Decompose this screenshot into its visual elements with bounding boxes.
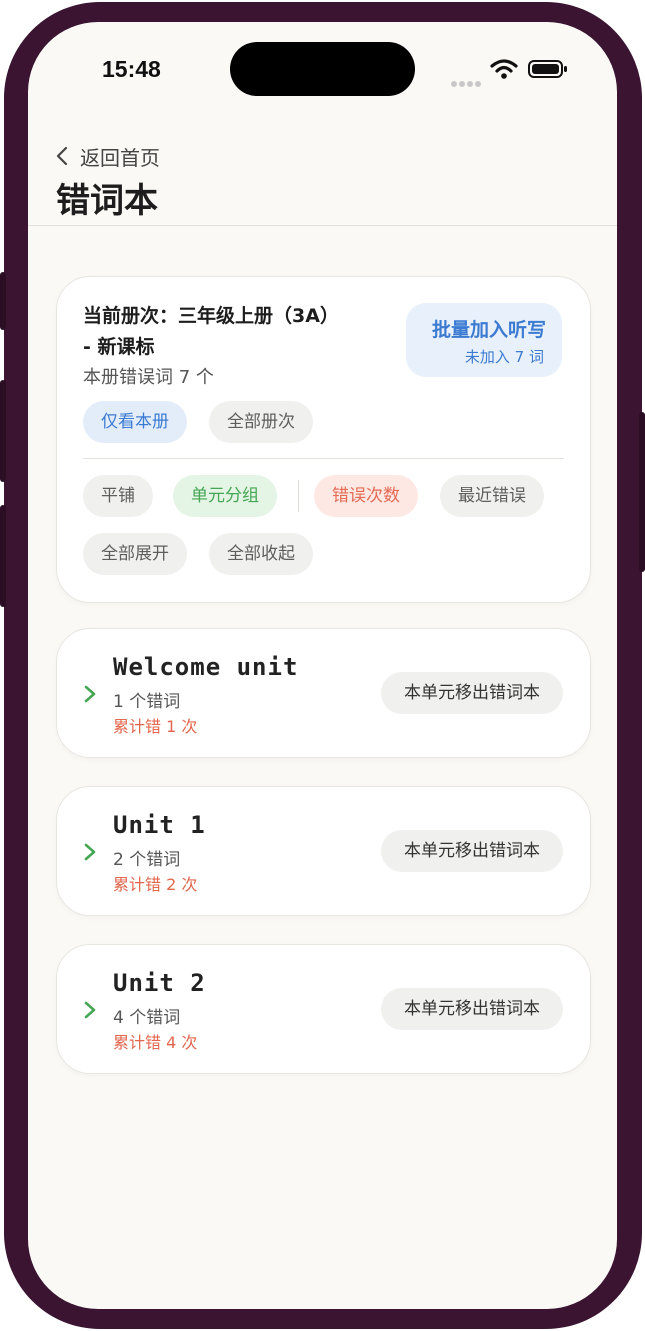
screen: 15:48 返回首页 错词本 当前册次：三年级上册（3A） - 新课标 本册错误… (28, 22, 617, 1309)
unit-error-total: 累计错 1 次 (113, 717, 198, 736)
silent-switch (0, 272, 6, 330)
unit-name: Unit 2 (113, 969, 206, 997)
chip-sort-error-count[interactable]: 错误次数 (314, 475, 418, 517)
unit-card[interactable]: Unit 1 2 个错词 累计错 2 次 本单元移出错词本 (56, 786, 591, 916)
chip-expand-all[interactable]: 全部展开 (83, 533, 187, 575)
volume-up-button (0, 380, 6, 482)
current-volume: 当前册次：三年级上册（3A） - 新课标 (83, 301, 383, 363)
unit-error-total: 累计错 2 次 (113, 875, 198, 894)
unit-card[interactable]: Unit 2 4 个错词 累计错 4 次 本单元移出错词本 (56, 944, 591, 1074)
status-time: 15:48 (102, 56, 161, 82)
remove-unit-button[interactable]: 本单元移出错词本 (381, 672, 563, 714)
chip-separator (298, 480, 299, 512)
batch-title: 批量加入听写 (431, 319, 546, 341)
summary-card: 当前册次：三年级上册（3A） - 新课标 本册错误词 7 个 批量加入听写 未加… (56, 276, 591, 603)
chip-current-volume[interactable]: 仅看本册 (83, 401, 187, 443)
back-button[interactable]: 返回首页 (56, 141, 160, 171)
header: 返回首页 错词本 (28, 127, 617, 226)
batch-add-dictation-button[interactable]: 批量加入听写 未加入 7 词 (406, 303, 562, 377)
unit-name: Welcome unit (113, 653, 299, 681)
back-label: 返回首页 (80, 145, 160, 170)
chip-collapse-all[interactable]: 全部收起 (209, 533, 313, 575)
wifi-icon (490, 59, 518, 79)
chevron-right-icon (84, 1001, 96, 1019)
unit-name: Unit 1 (113, 811, 206, 839)
volume-down-button (0, 505, 6, 607)
signal-icon (451, 72, 483, 91)
unit-error-total: 累计错 4 次 (113, 1033, 198, 1052)
remove-unit-button[interactable]: 本单元移出错词本 (381, 988, 563, 1030)
unit-word-count: 4 个错词 (113, 1008, 181, 1028)
chip-all-volumes[interactable]: 全部册次 (209, 401, 313, 443)
unit-word-count: 2 个错词 (113, 850, 181, 870)
chip-flat-view[interactable]: 平铺 (83, 475, 153, 517)
chip-sort-recent[interactable]: 最近错误 (440, 475, 544, 517)
divider (83, 458, 564, 459)
status-bar: 15:48 (28, 22, 617, 112)
chevron-left-icon (56, 146, 68, 166)
chip-unit-group[interactable]: 单元分组 (173, 475, 277, 517)
unit-card[interactable]: Welcome unit 1 个错词 累计错 1 次 本单元移出错词本 (56, 628, 591, 758)
power-button (639, 412, 645, 572)
volume-value: 三年级上册（3A） (178, 305, 339, 327)
error-count: 本册错误词 7 个 (83, 367, 214, 388)
unit-word-count: 1 个错词 (113, 692, 181, 712)
batch-subtitle: 未加入 7 词 (464, 348, 544, 366)
battery-icon (528, 60, 567, 78)
chevron-right-icon (84, 843, 96, 861)
chevron-right-icon (84, 685, 96, 703)
volume-label: 当前册次： (83, 305, 179, 327)
dynamic-island (230, 42, 415, 96)
remove-unit-button[interactable]: 本单元移出错词本 (381, 830, 563, 872)
volume-suffix: - 新课标 (83, 336, 155, 358)
page-title: 错词本 (56, 181, 158, 221)
